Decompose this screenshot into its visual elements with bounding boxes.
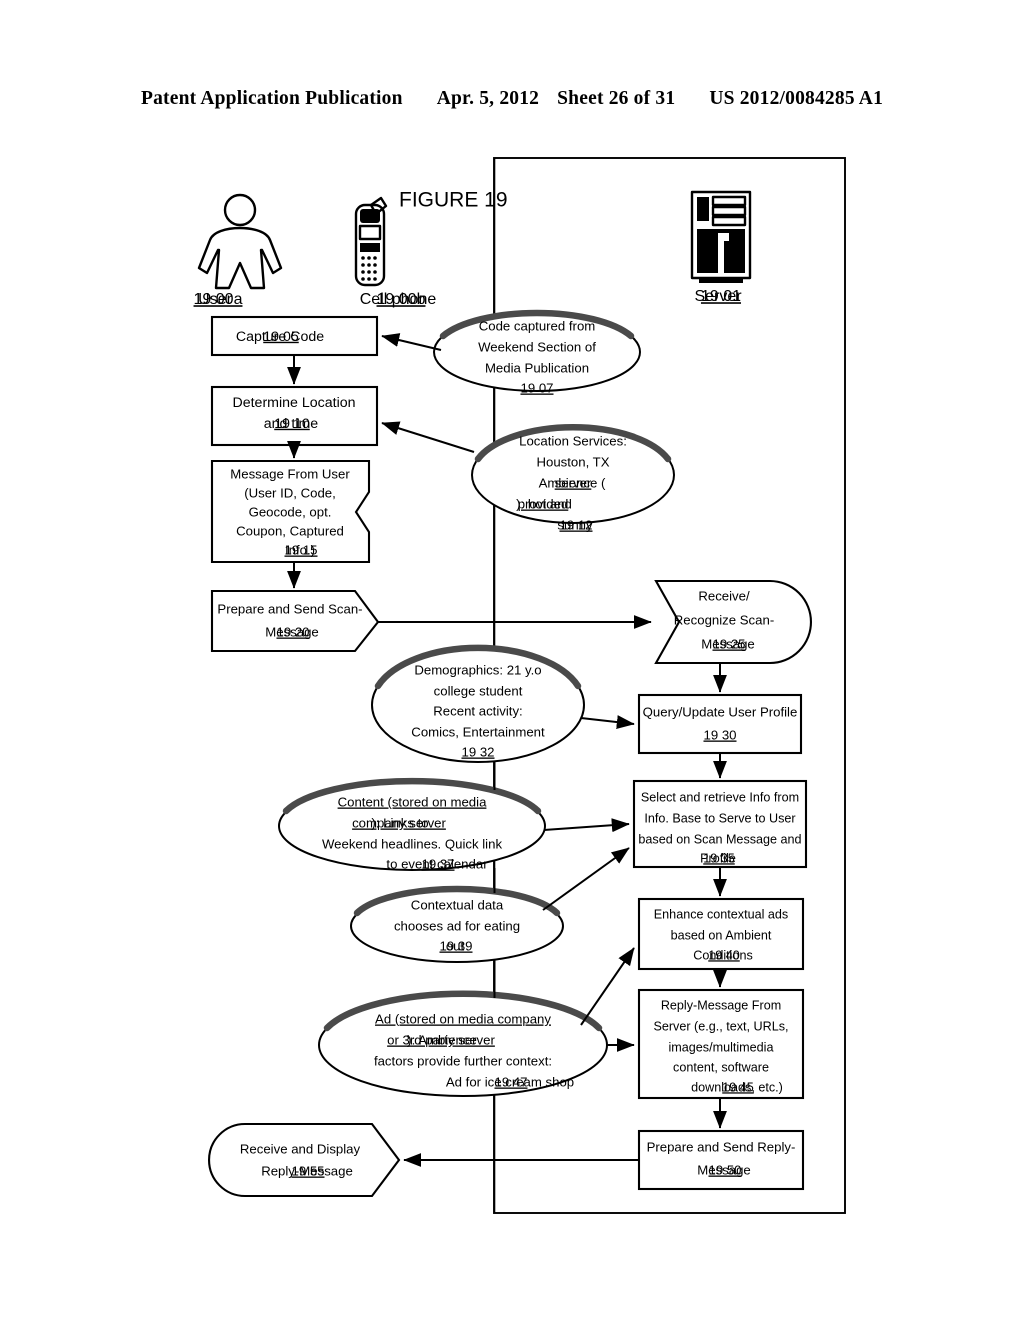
ellipse-1937-line2b: ): Links to [371,815,428,830]
ellipse-1937-ref: 19 37 [421,856,454,871]
node-determine-location-line1: Determine Location [232,395,355,411]
patent-figure-page: Patent Application Publication Apr. 5, 2… [0,0,1024,1320]
ellipse-1937-line3: Weekend headlines. Quick link [322,836,502,851]
node-determine-location-ref: 19 10 [274,416,310,432]
ellipse-1939-line2: chooses ad for eating [394,918,520,933]
node-receive-display-reply[interactable] [208,1122,401,1198]
node-message-line3: Geocode, opt. [249,504,332,519]
ellipse-1947-line3: factors provide further context: [374,1053,552,1068]
ellipse-1932-ref: 19 32 [461,744,494,759]
node-reply-msg-line3: images/multimedia [669,1040,774,1054]
server-icon [690,190,752,283]
node-enhance-ref: 19 40 [708,948,740,962]
node-capture-code-ref: 19 05 [263,329,299,345]
node-receive-scan-line1: Receive/ [698,588,750,603]
ellipse-1912-line3b: server [555,475,592,490]
ellipse-1912-line1: Location Services: [519,433,627,448]
ellipse-1947-line2b: ): Ambience [407,1032,477,1047]
cellphone-icon [354,196,388,287]
node-select-info-ref: 19 35 [703,851,735,865]
node-receive-scan-line2: Recognize Scan- [674,612,774,627]
node-prepare-reply-line1: Prepare and Send Reply- [647,1139,796,1154]
node-receive-scan-ref: 19 25 [712,636,745,651]
actor-ref-user: 19 00a [194,291,243,308]
node-message-line2: (User ID, Code, [244,485,336,500]
node-enhance-line1: Enhance contextual ads [654,907,788,921]
node-receive-display-ref: 19 55 [291,1163,324,1178]
figure-19-diagram: FIGURE 19 User 19 00a Cell phone 19 00b … [194,157,846,1214]
node-receive-display-line1: Receive and Display [240,1141,361,1156]
node-reply-msg-line2: Server (e.g., text, URLs, [653,1019,788,1033]
node-select-info-line3: based on Scan Message and [638,832,801,846]
node-prepare-scan-line1: Prepare and Send Scan- [217,601,362,616]
node-prepare-scan-ref: 19 20 [276,624,309,639]
arrow-contextual-to-select [542,847,630,911]
node-reply-msg-line4: content, software [673,1060,769,1074]
arrow-content-to-select [543,818,630,833]
ellipse-1947-ref: 19 47 [494,1074,527,1089]
arrow-code-captured-to-capture [381,333,442,351]
node-message-line1: Message From User [230,466,350,481]
arrow-demographics-to-query [580,715,635,730]
ellipse-1932-line2: college student [434,683,523,698]
node-select-info-line2: Info. Base to Serve to User [644,811,795,825]
ellipse-1932-line4: Comics, Entertainment [411,724,545,739]
ellipse-1939-ref: 19 39 [439,938,472,953]
ellipse-1907-line1: Code captured from [479,318,596,333]
node-query-profile-line1: Query/Update User Profile [643,704,798,719]
ellipse-1912-line4b: ): hot and [516,496,572,511]
node-prepare-reply-ref: 19 50 [708,1162,741,1177]
node-message-line4: Coupon, Captured [236,523,344,538]
ellipse-1937-line1: Content (stored on media [338,794,487,809]
ellipse-1932-line1: Demographics: 21 y.o [414,662,541,677]
ellipse-1912-ref: 19 12 [559,517,592,532]
ellipse-1907-line3: Media Publication [485,360,589,375]
node-message-ref: 19 15 [284,542,317,557]
ellipse-1912-line2: Houston, TX [536,454,609,469]
ellipse-1932-line3: Recent activity: [433,703,522,718]
actor-ref-server: 19 01 [701,288,741,305]
ellipse-1939-line1: Contextual data [411,897,504,912]
arrow-ad-to-enhance [580,947,635,1026]
node-enhance-line2: based on Ambient [671,928,772,942]
node-select-info-line1: Select and retrieve Info from [641,790,799,804]
actor-ref-phone: 19 00b [377,291,426,308]
arrow-location-services-to-determine [381,421,475,453]
node-query-profile-ref: 19 30 [703,727,736,742]
node-reply-msg-ref: 19 45 [722,1080,754,1094]
ellipse-1907-ref: 19 07 [520,380,553,395]
ellipse-1947-line1: Ad (stored on media company [375,1011,551,1026]
person-icon [197,193,283,290]
node-prepare-send-scan[interactable] [210,589,380,653]
figure-title: FIGURE 19 [399,189,508,212]
node-reply-msg-line1: Reply-Message From [661,998,781,1012]
ellipse-1907-line2: Weekend Section of [478,339,596,354]
